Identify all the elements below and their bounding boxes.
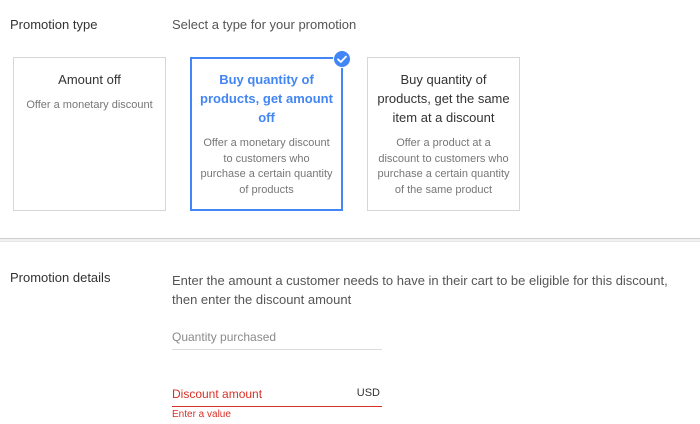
card-title: Amount off (58, 72, 121, 87)
discount-field-underline (172, 406, 382, 407)
discount-error-message: Enter a value (172, 409, 231, 420)
promotion-card-buy-quantity-amount-off[interactable]: Buy quantity of products, get amount off… (190, 57, 343, 211)
quantity-purchased-field[interactable]: Quantity purchased (172, 330, 382, 350)
selected-check-icon (333, 50, 351, 68)
card-description: Offer a monetary discount to customers w… (200, 137, 333, 196)
discount-amount-field[interactable]: Discount amount USD (172, 387, 382, 407)
promotion-details-label: Promotion details (10, 270, 111, 285)
section-divider (0, 238, 700, 242)
promotion-details-description: Enter the amount a customer needs to hav… (172, 273, 668, 307)
card-title: Buy quantity of products, get the same i… (377, 72, 510, 125)
currency-unit: USD (356, 387, 380, 399)
promotion-type-prompt: Select a type for your promotion (172, 17, 357, 32)
quantity-purchased-label: Quantity purchased (172, 330, 277, 344)
promotion-card-buy-quantity-same-item[interactable]: Buy quantity of products, get the same i… (367, 57, 520, 211)
card-description: Offer a product at a discount to custome… (377, 137, 510, 196)
card-description: Offer a monetary discount (26, 99, 153, 111)
promotion-card-amount-off[interactable]: Amount off Offer a monetary discount (13, 57, 166, 211)
card-title: Buy quantity of products, get amount off (200, 72, 333, 125)
quantity-field-underline (172, 349, 382, 350)
promotion-type-label: Promotion type (10, 17, 98, 32)
discount-amount-label: Discount amount (172, 387, 263, 401)
